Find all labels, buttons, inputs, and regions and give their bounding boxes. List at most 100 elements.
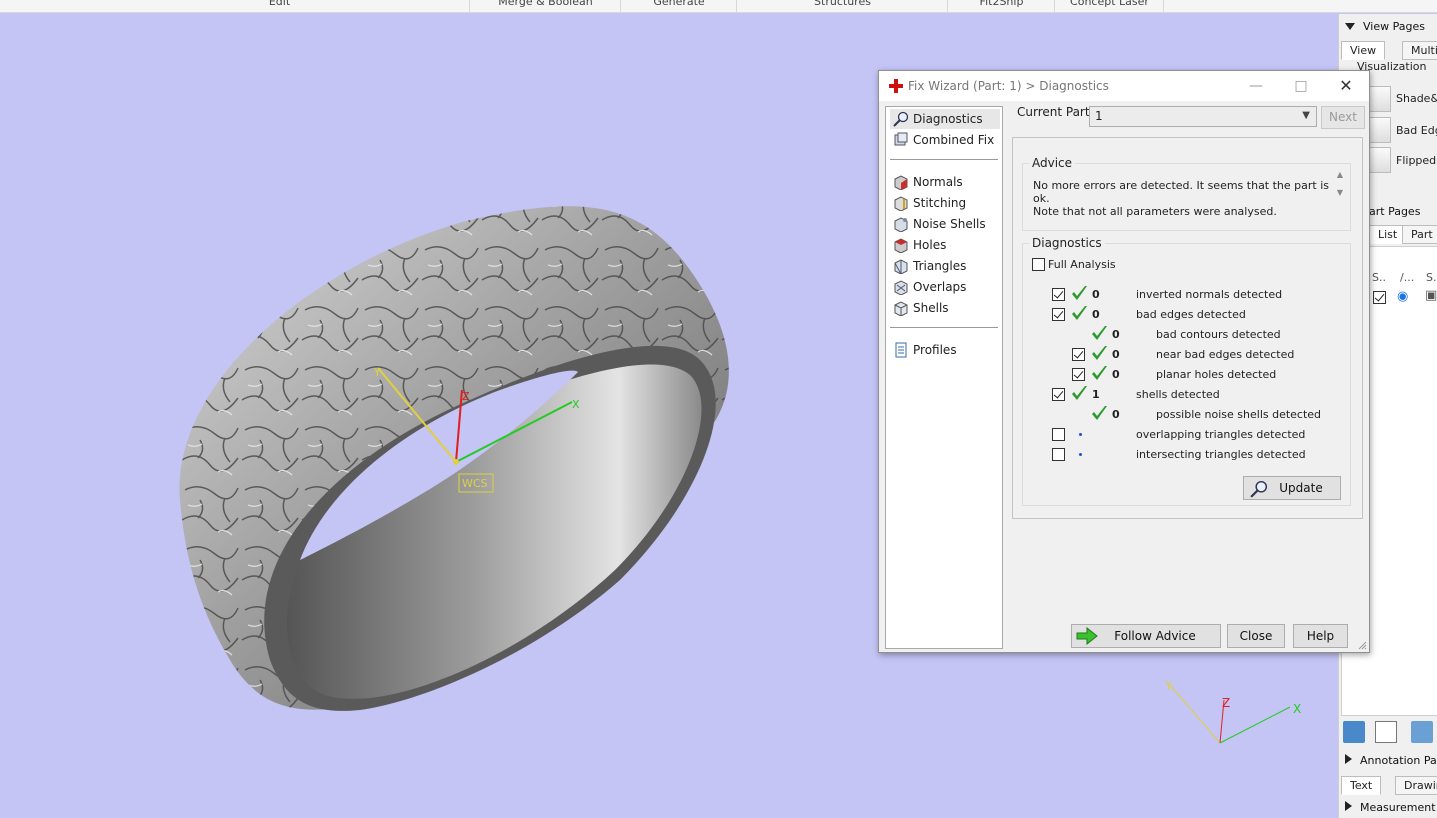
shade-wire-button[interactable]: [1369, 86, 1391, 112]
wcs-x-label: X: [572, 398, 580, 411]
tab-part-info[interactable]: Part I: [1402, 225, 1437, 244]
diagnostic-checkbox[interactable]: [1052, 448, 1065, 461]
update-button[interactable]: Update: [1243, 476, 1341, 500]
tab-view[interactable]: View: [1341, 41, 1386, 60]
diagnostic-label: possible noise shells detected: [1156, 408, 1322, 421]
ribbon-group-fit2ship[interactable]: Fit2Ship: [949, 0, 1055, 12]
wizard-nav: Diagnostics Combined Fix Normals Stitchi…: [885, 106, 1003, 649]
full-analysis-checkbox[interactable]: [1032, 258, 1045, 271]
noise-shells-cube-icon: [894, 217, 908, 232]
nav-item-combined-fix[interactable]: Combined Fix: [890, 130, 1000, 150]
ribbon-group-structures[interactable]: Structures: [738, 0, 948, 12]
dialog-titlebar[interactable]: Fix Wizard (Part: 1) > Diagnostics — □ ✕: [879, 71, 1369, 101]
diagnostic-label: shells detected: [1136, 388, 1220, 401]
wcs-label: WCS: [462, 477, 488, 490]
cubes-icon: [894, 132, 908, 146]
diagnostic-label: near bad edges detected: [1156, 348, 1295, 361]
green-check-icon: [1072, 306, 1087, 320]
close-button[interactable]: Close: [1227, 624, 1285, 648]
shade-wire-label: Shade&W: [1396, 92, 1437, 105]
advice-group: Advice No more errors are detected. It s…: [1022, 156, 1351, 231]
diagnostic-label: bad edges detected: [1136, 308, 1246, 321]
wcs-y-label: Y: [373, 366, 381, 379]
shells-cube-icon: [894, 301, 908, 316]
tab-list[interactable]: List: [1369, 225, 1407, 244]
svg-text:Y: Y: [1164, 679, 1173, 693]
fix-wizard-dialog: Fix Wizard (Part: 1) > Diagnostics — □ ✕…: [878, 70, 1370, 653]
green-check-icon: [1092, 366, 1107, 380]
green-check-icon: [1092, 326, 1107, 340]
diagnostic-checkbox[interactable]: [1052, 388, 1065, 401]
diagnostic-checkbox[interactable]: [1052, 428, 1065, 441]
ribbon-group-edit[interactable]: Edit: [90, 0, 470, 12]
check-toggle-icon[interactable]: [1375, 721, 1397, 743]
stitching-cube-icon: [894, 196, 908, 211]
part-cubes-icon[interactable]: [1343, 721, 1365, 743]
minimize-icon[interactable]: —: [1239, 75, 1273, 97]
follow-advice-button[interactable]: Follow Advice: [1071, 624, 1221, 648]
ribbon-toolbar: Edit Merge & Boolean Generate Structures…: [0, 0, 1437, 13]
resize-grip-icon[interactable]: [1357, 640, 1367, 650]
nav-item-holes[interactable]: Holes: [890, 235, 1000, 255]
triangles-cube-icon: [894, 259, 908, 274]
col-header-s2[interactable]: S..: [1426, 271, 1437, 284]
nav-item-noise-shells[interactable]: Noise Shells: [890, 214, 1000, 234]
col-header-v[interactable]: /...: [1400, 271, 1414, 284]
flipped-triangles-button[interactable]: [1369, 147, 1391, 173]
maximize-icon[interactable]: □: [1284, 75, 1318, 97]
view-pages-header[interactable]: View Pages: [1345, 20, 1425, 33]
nav-item-diagnostics[interactable]: Diagnostics: [890, 109, 1000, 129]
diagnostic-label: bad contours detected: [1156, 328, 1281, 341]
tab-drawing[interactable]: Drawin: [1395, 776, 1437, 795]
diagnostics-group: Diagnostics Full Analysis 0 inverted norm…: [1022, 236, 1351, 506]
help-button[interactable]: Help: [1293, 624, 1348, 648]
nav-item-shells[interactable]: Shells: [890, 298, 1000, 318]
part-cube-icon: ▣: [1425, 288, 1437, 303]
diagnostic-checkbox[interactable]: [1072, 368, 1085, 381]
ribbon-group-merge-boolean[interactable]: Merge & Boolean: [471, 0, 621, 12]
green-check-icon: [1092, 346, 1107, 360]
diagnostic-label: overlapping triangles detected: [1136, 428, 1306, 441]
eye-icon[interactable]: ◉: [1397, 289, 1408, 304]
holes-cube-icon: [894, 238, 908, 253]
diagnostic-count: 0: [1112, 348, 1120, 361]
green-arrow-icon: [1076, 627, 1098, 645]
expand-icon[interactable]: [1345, 801, 1352, 811]
nav-item-triangles[interactable]: Triangles: [890, 256, 1000, 276]
wcs-z-label: Z: [462, 390, 470, 403]
document-icon: [895, 342, 907, 358]
col-header-s[interactable]: S..: [1372, 271, 1386, 284]
expand-icon[interactable]: [1345, 754, 1352, 764]
next-button[interactable]: Next: [1321, 106, 1365, 129]
nav-item-overlaps[interactable]: Overlaps: [890, 277, 1000, 297]
bad-edges-button[interactable]: [1369, 117, 1391, 143]
part-pages-header[interactable]: art Pages: [1369, 205, 1420, 218]
collapse-icon[interactable]: [1345, 23, 1355, 30]
diagnostic-label: inverted normals detected: [1136, 288, 1283, 301]
nav-item-stitching[interactable]: Stitching: [890, 193, 1000, 213]
nav-item-profiles[interactable]: Profiles: [890, 340, 1000, 360]
diagnostic-count: 1: [1092, 388, 1100, 401]
normals-cube-icon: [894, 175, 908, 190]
tab-text[interactable]: Text: [1341, 776, 1382, 795]
dialog-title: Fix Wizard (Part: 1) > Diagnostics: [908, 79, 1109, 93]
current-part-label: Current Part:: [1017, 105, 1094, 119]
advice-scrollbar[interactable]: ▲ ▼: [1334, 170, 1346, 216]
ribbon-group-generate[interactable]: Generate: [622, 0, 737, 12]
diagnostic-checkbox[interactable]: [1052, 288, 1065, 301]
part-cube-small-icon[interactable]: [1411, 721, 1433, 743]
part-toolbar: [1341, 719, 1437, 747]
nav-separator: [890, 159, 998, 160]
diagnostic-count: 0: [1092, 308, 1100, 321]
diagnostic-checkbox[interactable]: [1052, 308, 1065, 321]
tab-multi[interactable]: Multi-S: [1402, 41, 1437, 60]
current-part-select[interactable]: 1 ▼: [1089, 106, 1317, 127]
nav-item-normals[interactable]: Normals: [890, 172, 1000, 192]
diagnostic-checkbox[interactable]: [1072, 348, 1085, 361]
red-cross-icon: [889, 79, 903, 93]
part-select-checkbox[interactable]: [1373, 291, 1386, 304]
annotation-pages-header[interactable]: Annotation Pag: [1345, 754, 1437, 767]
ribbon-group-concept-laser[interactable]: Concept Laser: [1056, 0, 1164, 12]
close-icon[interactable]: ✕: [1329, 75, 1363, 97]
measurement-pages-header[interactable]: Measurement P: [1345, 801, 1437, 814]
